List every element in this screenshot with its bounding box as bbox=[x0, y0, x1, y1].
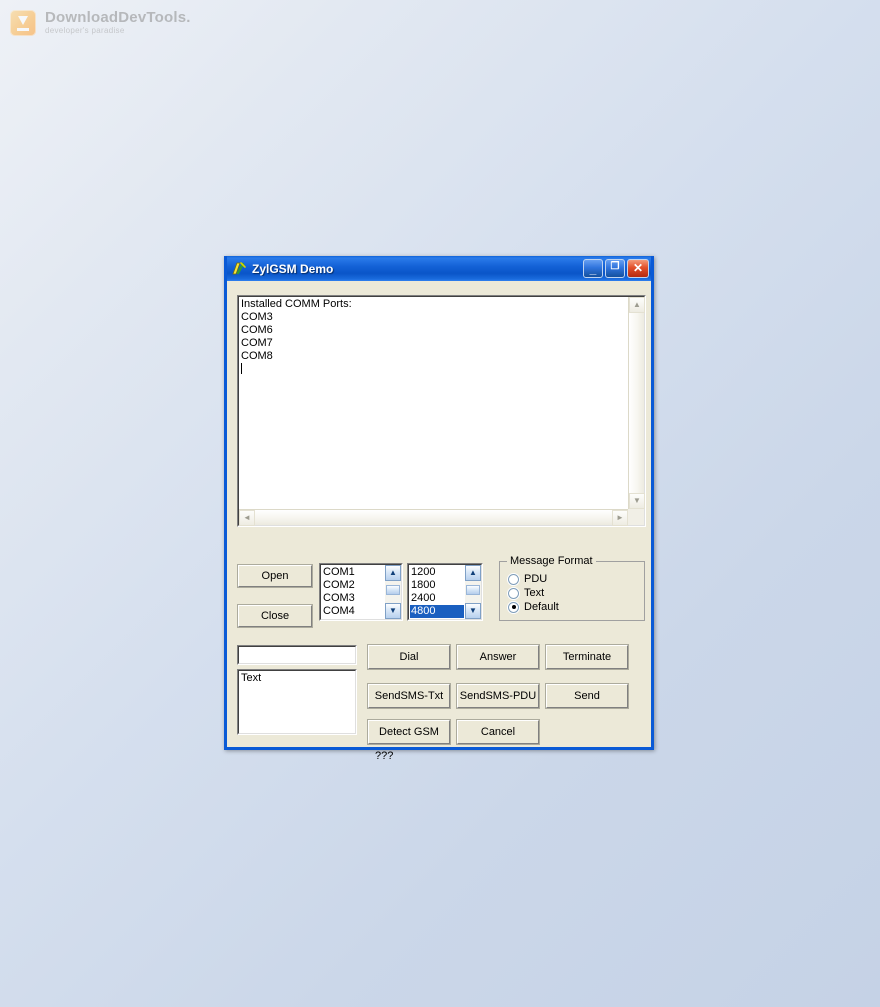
status-label: ??? bbox=[375, 750, 394, 762]
input-inner-border bbox=[238, 646, 356, 664]
baud-rate-listbox[interactable]: 1200 1800 2400 4800 ▲ ▼ bbox=[407, 563, 483, 621]
send-sms-pdu-button[interactable]: SendSMS-PDU bbox=[456, 683, 540, 709]
send-sms-txt-button[interactable]: SendSMS-Txt bbox=[367, 683, 451, 709]
radio-label-default: Default bbox=[524, 601, 559, 613]
log-memo-vertical-scrollbar[interactable]: ▲ ▼ bbox=[628, 297, 645, 509]
com-port-listbox[interactable]: COM1 COM2 COM3 COM4 ▲ ▼ bbox=[319, 563, 403, 621]
open-button[interactable]: Open bbox=[237, 564, 313, 588]
list-item[interactable]: COM3 bbox=[322, 592, 384, 605]
message-format-groupbox: Message Format PDU Text Default bbox=[499, 555, 645, 621]
radio-option-default[interactable]: Default bbox=[508, 601, 559, 613]
minimize-button[interactable]: _ bbox=[583, 259, 603, 278]
radio-icon-selected bbox=[508, 601, 519, 613]
watermark-text: DownloadDevTools. developer's paradise bbox=[45, 10, 191, 35]
cancel-button[interactable]: Cancel bbox=[456, 719, 540, 745]
minimize-icon: _ bbox=[589, 262, 597, 276]
radio-option-pdu[interactable]: PDU bbox=[508, 573, 547, 585]
close-button-port[interactable]: Close bbox=[237, 604, 313, 628]
message-memo[interactable]: Text bbox=[237, 669, 357, 735]
text-caret bbox=[241, 363, 242, 374]
list-item[interactable]: 2400 bbox=[410, 592, 464, 605]
close-icon: ✕ bbox=[632, 261, 644, 275]
close-button[interactable]: ✕ bbox=[627, 259, 649, 278]
download-arrow-icon bbox=[10, 10, 36, 36]
com-port-items: COM1 COM2 COM3 COM4 bbox=[322, 566, 384, 618]
scroll-right-icon[interactable]: ► bbox=[612, 510, 628, 526]
baud-rate-items: 1200 1800 2400 4800 bbox=[410, 566, 464, 618]
scroll-down-icon[interactable]: ▼ bbox=[385, 603, 401, 619]
list-item[interactable]: COM4 bbox=[322, 605, 384, 618]
answer-button[interactable]: Answer bbox=[456, 644, 540, 670]
list-item-selected[interactable]: 4800 bbox=[410, 605, 464, 618]
scroll-thumb[interactable] bbox=[386, 585, 400, 595]
scroll-down-icon[interactable]: ▼ bbox=[465, 603, 481, 619]
radio-label-text: Text bbox=[524, 587, 545, 599]
site-watermark: DownloadDevTools. developer's paradise bbox=[10, 10, 191, 36]
phone-number-input[interactable] bbox=[237, 645, 357, 665]
scroll-up-icon[interactable]: ▲ bbox=[629, 297, 645, 313]
radio-label-pdu: PDU bbox=[524, 573, 548, 585]
zylgsm-demo-window: ZylGSM Demo _ ❐ ✕ Installed COMM Ports: … bbox=[224, 256, 654, 762]
log-memo-content: Installed COMM Ports: COM3 COM6 COM7 COM… bbox=[241, 298, 352, 362]
scroll-up-icon[interactable]: ▲ bbox=[465, 565, 481, 581]
list-item[interactable]: COM2 bbox=[322, 579, 384, 592]
dial-button[interactable]: Dial bbox=[367, 644, 451, 670]
send-button[interactable]: Send bbox=[545, 683, 629, 709]
radio-option-text[interactable]: Text bbox=[508, 587, 544, 599]
scroll-up-icon[interactable]: ▲ bbox=[385, 565, 401, 581]
maximize-button[interactable]: ❐ bbox=[605, 259, 625, 278]
horizontal-scroll-track[interactable] bbox=[255, 510, 612, 525]
delphi-app-icon bbox=[231, 261, 247, 277]
radio-icon bbox=[508, 573, 519, 585]
terminate-button[interactable]: Terminate bbox=[545, 644, 629, 670]
message-format-title: Message Format bbox=[507, 555, 596, 567]
log-memo-text: Installed COMM Ports: COM3 COM6 COM7 COM… bbox=[241, 298, 625, 376]
scroll-thumb[interactable] bbox=[466, 585, 480, 595]
radio-icon bbox=[508, 587, 519, 599]
window-client-area: Installed COMM Ports: COM3 COM6 COM7 COM… bbox=[227, 281, 651, 762]
scrollbar-corner bbox=[628, 509, 644, 525]
list-item[interactable]: COM1 bbox=[322, 566, 384, 579]
list-item[interactable]: 1800 bbox=[410, 579, 464, 592]
vertical-scroll-track[interactable] bbox=[629, 313, 644, 493]
list-item[interactable]: 1200 bbox=[410, 566, 464, 579]
log-memo-horizontal-scrollbar[interactable]: ◄ ► bbox=[239, 509, 628, 526]
watermark-title: DownloadDevTools. bbox=[45, 9, 191, 27]
message-memo-value: Text bbox=[241, 672, 262, 684]
window-title: ZylGSM Demo bbox=[252, 261, 334, 276]
detect-gsm-button[interactable]: Detect GSM bbox=[367, 719, 451, 745]
com-listbox-scrollbar[interactable]: ▲ ▼ bbox=[385, 565, 401, 619]
baud-listbox-scrollbar[interactable]: ▲ ▼ bbox=[465, 565, 481, 619]
scroll-left-icon[interactable]: ◄ bbox=[239, 510, 255, 526]
scroll-down-icon[interactable]: ▼ bbox=[629, 493, 645, 509]
window-titlebar[interactable]: ZylGSM Demo _ ❐ ✕ bbox=[227, 256, 651, 281]
log-memo[interactable]: Installed COMM Ports: COM3 COM6 COM7 COM… bbox=[237, 295, 646, 527]
watermark-tagline: developer's paradise bbox=[45, 26, 125, 36]
maximize-icon: ❐ bbox=[610, 261, 620, 272]
window-controls: _ ❐ ✕ bbox=[583, 259, 649, 278]
